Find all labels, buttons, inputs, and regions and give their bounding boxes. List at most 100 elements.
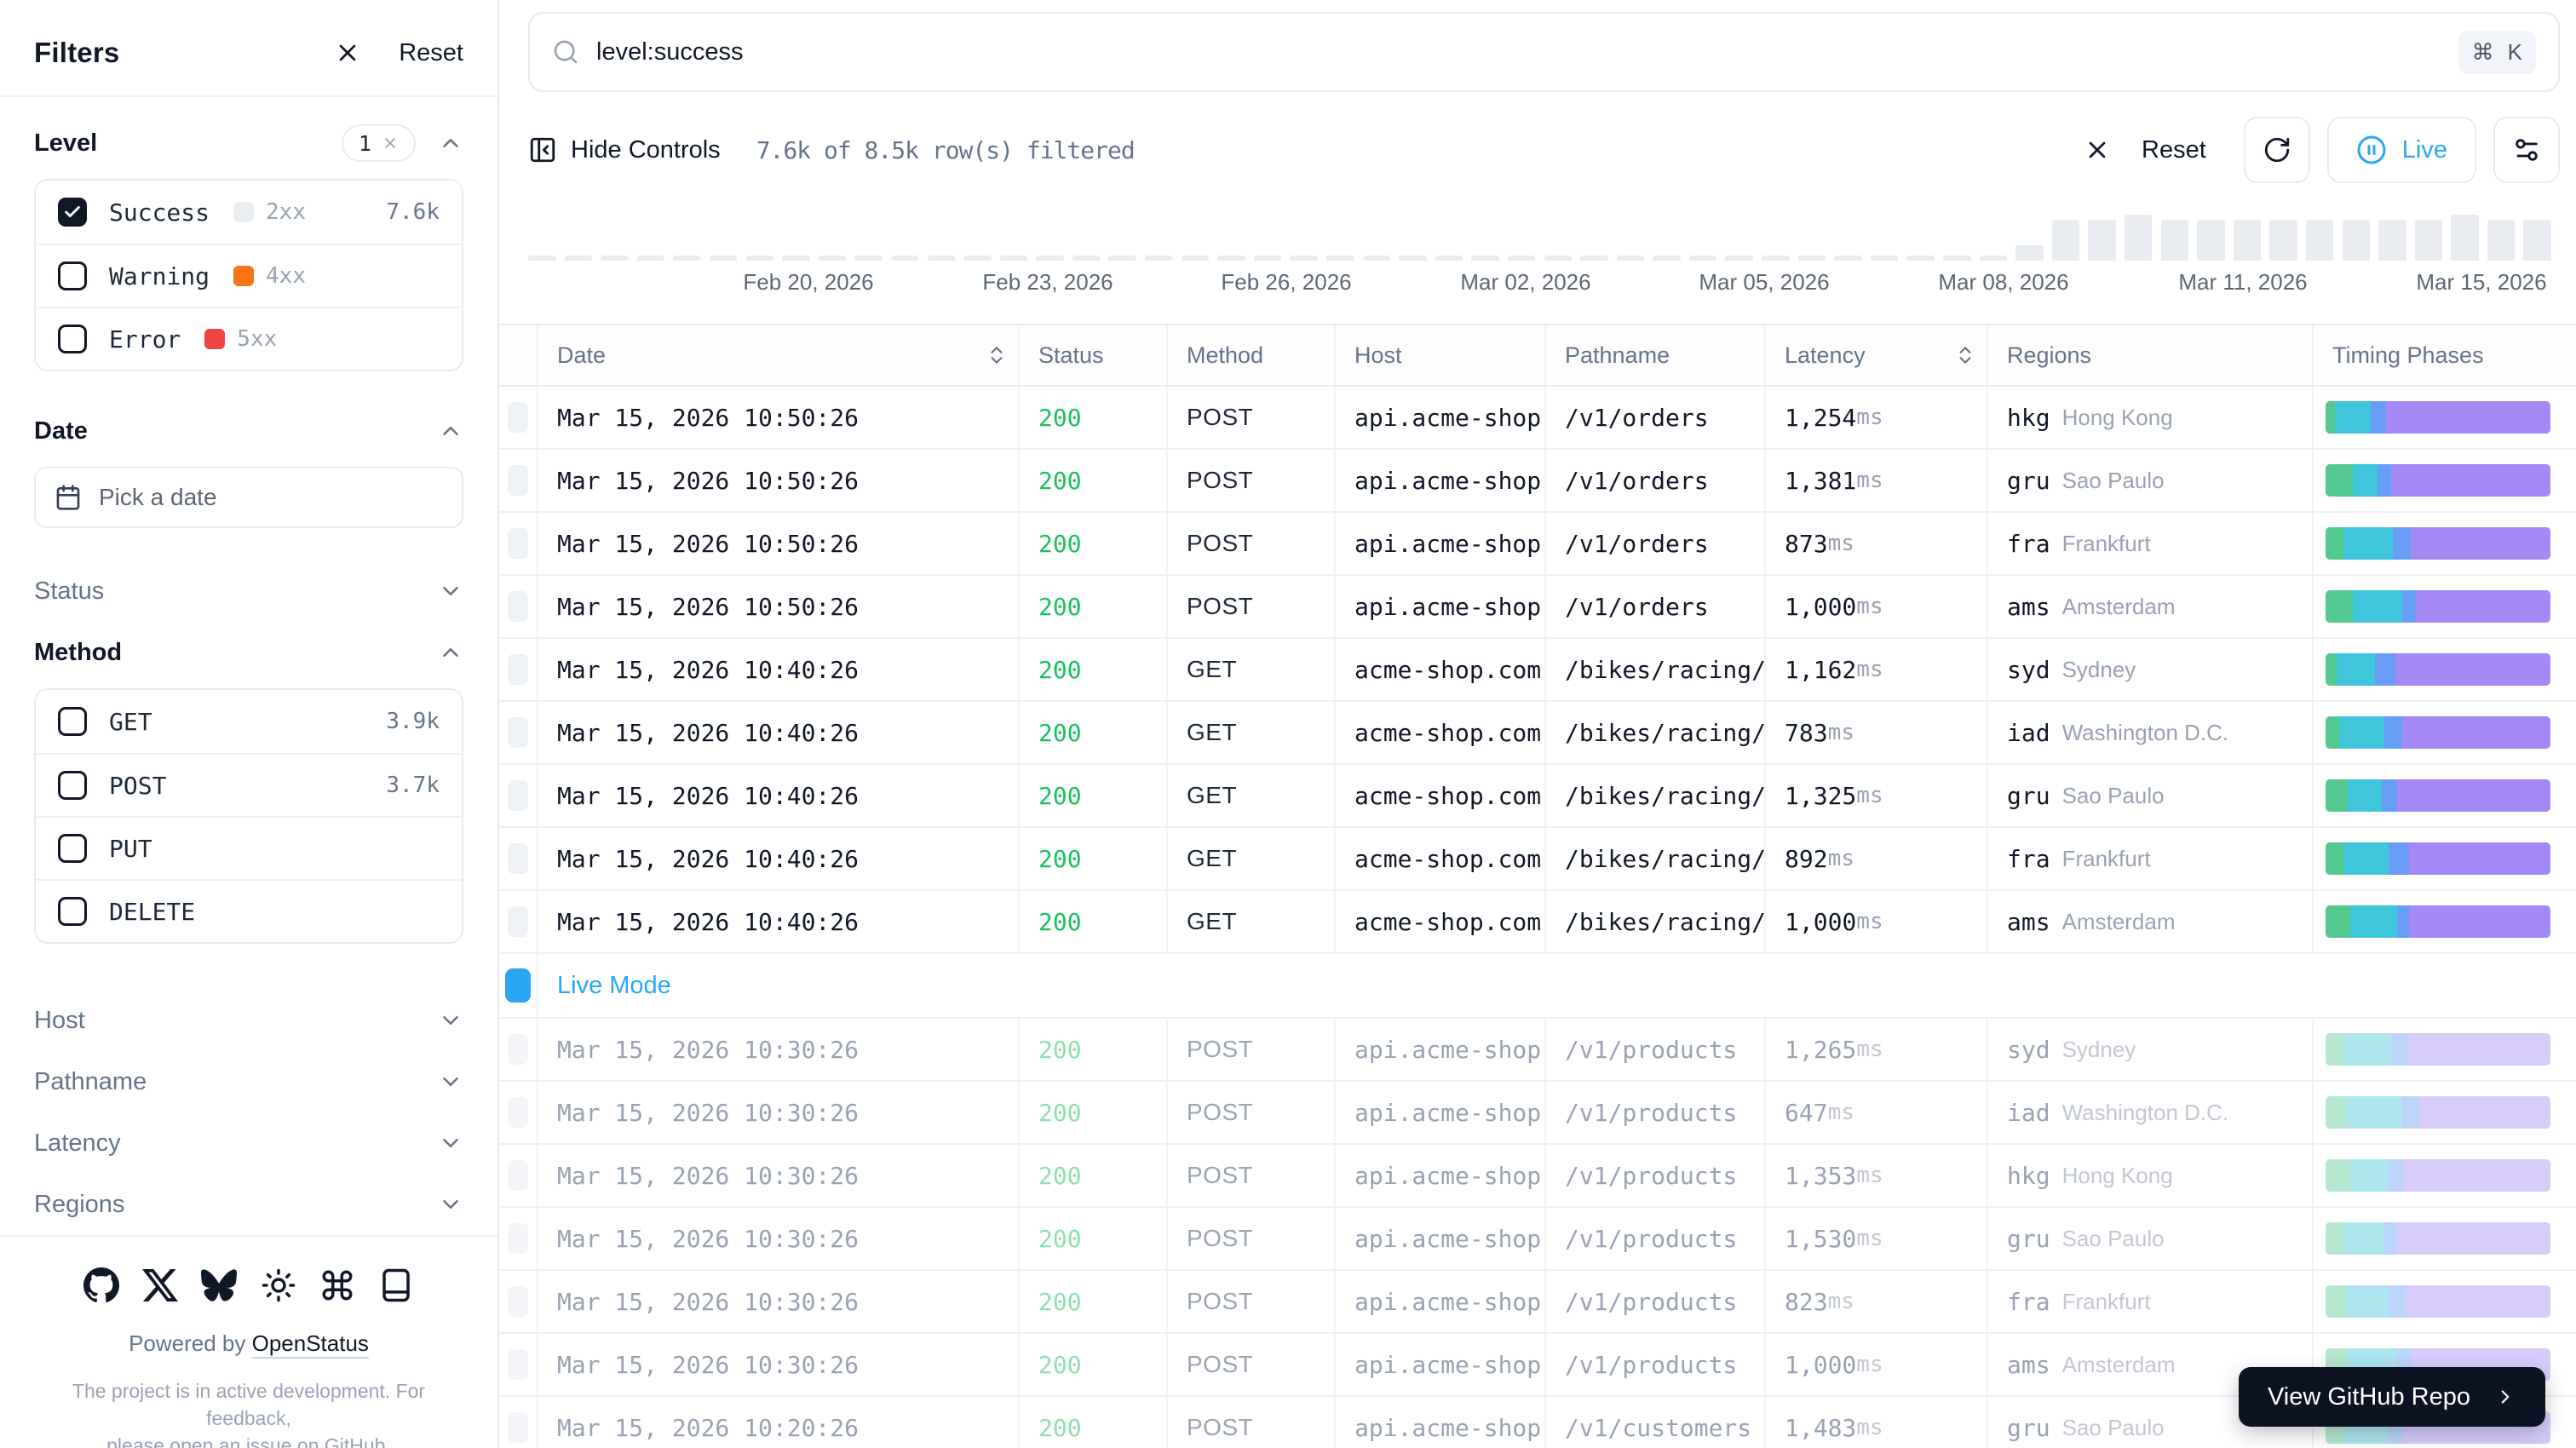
row-select-checkbox[interactable]	[499, 891, 538, 952]
timeline-histogram[interactable]: Feb 20, 2026Feb 23, 2026Feb 26, 2026Mar …	[528, 213, 2560, 298]
github-icon[interactable]	[83, 1267, 119, 1303]
section-header-status[interactable]: Status	[34, 571, 463, 612]
row-select-checkbox[interactable]	[499, 1334, 538, 1395]
checkbox[interactable]	[58, 325, 87, 353]
row-select-checkbox[interactable]	[499, 513, 538, 574]
chevron-down-icon[interactable]	[438, 1130, 463, 1156]
table-row[interactable]: Mar 15, 2026 10:50:26 200 POST api.acme-…	[499, 450, 2576, 513]
section-header-method[interactable]: Method	[34, 632, 463, 673]
section-header-pathname[interactable]: Pathname	[34, 1051, 463, 1112]
filter-option-GET[interactable]: GET 3.9k	[36, 690, 462, 753]
open-issue-link[interactable]: open an issue	[170, 1434, 291, 1448]
x-logo-icon[interactable]	[142, 1267, 178, 1303]
live-mode-row[interactable]: Live Mode	[499, 954, 2576, 1019]
filter-option-PUT[interactable]: PUT	[36, 816, 462, 879]
table-row[interactable]: Mar 15, 2026 10:40:26 200 GET acme-shop.…	[499, 828, 2576, 891]
table-row[interactable]: Mar 15, 2026 10:40:26 200 GET acme-shop.…	[499, 765, 2576, 828]
table-row[interactable]: Mar 15, 2026 10:40:26 200 GET acme-shop.…	[499, 891, 2576, 954]
row-select-checkbox[interactable]	[499, 1208, 538, 1269]
histogram-bar[interactable]	[2161, 220, 2189, 261]
row-select-checkbox[interactable]	[499, 702, 538, 763]
row-select-checkbox[interactable]	[499, 639, 538, 700]
row-select-checkbox[interactable]	[499, 1019, 538, 1080]
checkbox[interactable]	[58, 261, 87, 290]
histogram-bar[interactable]	[2523, 220, 2551, 261]
row-select-checkbox[interactable]	[499, 765, 538, 826]
row-select-checkbox[interactable]	[499, 1082, 538, 1143]
section-header-regions[interactable]: Regions	[34, 1174, 463, 1235]
clear-level-filter-icon[interactable]	[382, 135, 399, 152]
row-select-checkbox[interactable]	[499, 387, 538, 448]
checkbox[interactable]	[58, 897, 87, 926]
histogram-bar[interactable]	[2415, 220, 2443, 261]
table-row[interactable]: Mar 15, 2026 10:30:26 200 POST api.acme-…	[499, 1208, 2576, 1271]
histogram-bar[interactable]	[2487, 220, 2516, 261]
table-row[interactable]: Mar 15, 2026 10:30:26 200 POST api.acme-…	[499, 1082, 2576, 1145]
histogram-bar[interactable]	[2015, 245, 2044, 261]
section-header-level[interactable]: Level 1	[34, 123, 463, 164]
filter-option-POST[interactable]: POST 3.7k	[36, 753, 462, 816]
bluesky-icon[interactable]	[201, 1267, 237, 1303]
toolbar-reset-button[interactable]: Reset	[2084, 136, 2206, 164]
command-icon[interactable]	[319, 1267, 355, 1303]
section-header-host[interactable]: Host	[34, 990, 463, 1051]
row-select-checkbox[interactable]	[499, 450, 538, 511]
checkbox[interactable]	[58, 198, 87, 227]
column-header-date[interactable]: Date	[538, 325, 1020, 385]
hide-controls-button[interactable]: Hide Controls	[528, 135, 721, 164]
histogram-bar[interactable]	[2052, 220, 2080, 261]
view-settings-button[interactable]	[2493, 117, 2560, 183]
chevron-up-icon[interactable]	[438, 640, 463, 665]
close-filters-button[interactable]	[331, 36, 365, 70]
search-bar[interactable]: level:success ⌘ K	[528, 12, 2560, 92]
sort-icon[interactable]	[986, 344, 1008, 366]
table-row[interactable]: Mar 15, 2026 10:50:26 200 POST api.acme-…	[499, 576, 2576, 639]
table-row[interactable]: Mar 15, 2026 10:50:26 200 POST api.acme-…	[499, 387, 2576, 450]
chevron-down-icon[interactable]	[438, 1192, 463, 1217]
filter-option-Warning[interactable]: Warning 4xx	[36, 244, 462, 307]
section-header-date[interactable]: Date	[34, 411, 463, 451]
row-select-checkbox[interactable]	[499, 1397, 538, 1448]
chevron-up-icon[interactable]	[438, 130, 463, 156]
histogram-bars[interactable]	[528, 213, 2560, 261]
histogram-bar[interactable]	[2378, 220, 2406, 261]
row-select-checkbox[interactable]	[499, 828, 538, 889]
table-row[interactable]: Mar 15, 2026 10:40:26 200 GET acme-shop.…	[499, 639, 2576, 702]
column-header-latency[interactable]: Latency	[1766, 325, 1988, 385]
histogram-bar[interactable]	[2306, 220, 2334, 261]
filter-option-DELETE[interactable]: DELETE	[36, 879, 462, 942]
histogram-bar[interactable]	[2269, 220, 2297, 261]
filters-reset-button[interactable]: Reset	[399, 39, 463, 67]
histogram-bar[interactable]	[2125, 215, 2153, 261]
search-input[interactable]: level:success	[596, 38, 2441, 66]
filter-option-Success[interactable]: Success 2xx 7.6k	[36, 181, 462, 244]
chevron-down-icon[interactable]	[438, 1008, 463, 1033]
table-row[interactable]: Mar 15, 2026 10:30:26 200 POST api.acme-…	[499, 1271, 2576, 1334]
level-filter-count-badge[interactable]: 1	[342, 124, 416, 162]
row-select-checkbox[interactable]	[499, 1145, 538, 1206]
view-github-repo-button[interactable]: View GitHub Repo	[2239, 1367, 2545, 1427]
sort-icon[interactable]	[1954, 344, 1976, 366]
openstatus-link[interactable]: OpenStatus	[252, 1330, 369, 1356]
row-select-checkbox[interactable]	[499, 576, 538, 637]
histogram-bar[interactable]	[2451, 215, 2479, 261]
chevron-up-icon[interactable]	[438, 418, 463, 444]
table-row[interactable]: Mar 15, 2026 10:40:26 200 GET acme-shop.…	[499, 702, 2576, 765]
checkbox[interactable]	[58, 771, 87, 800]
sun-icon[interactable]	[261, 1267, 296, 1303]
section-header-latency[interactable]: Latency	[34, 1112, 463, 1174]
refresh-button[interactable]	[2244, 117, 2310, 183]
row-select-checkbox[interactable]	[499, 1271, 538, 1332]
table-row[interactable]: Mar 15, 2026 10:50:26 200 POST api.acme-…	[499, 513, 2576, 576]
book-icon[interactable]	[378, 1267, 414, 1303]
checkbox[interactable]	[58, 834, 87, 863]
chevron-down-icon[interactable]	[438, 578, 463, 604]
histogram-bar[interactable]	[2343, 220, 2371, 261]
histogram-bar[interactable]	[2088, 220, 2116, 261]
date-picker-input[interactable]: Pick a date	[34, 467, 463, 528]
chevron-down-icon[interactable]	[438, 1069, 463, 1095]
live-toggle-button[interactable]: Live	[2327, 117, 2476, 183]
table-row[interactable]: Mar 15, 2026 10:30:26 200 POST api.acme-…	[499, 1019, 2576, 1082]
filter-option-Error[interactable]: Error 5xx	[36, 307, 462, 370]
checkbox[interactable]	[58, 707, 87, 736]
